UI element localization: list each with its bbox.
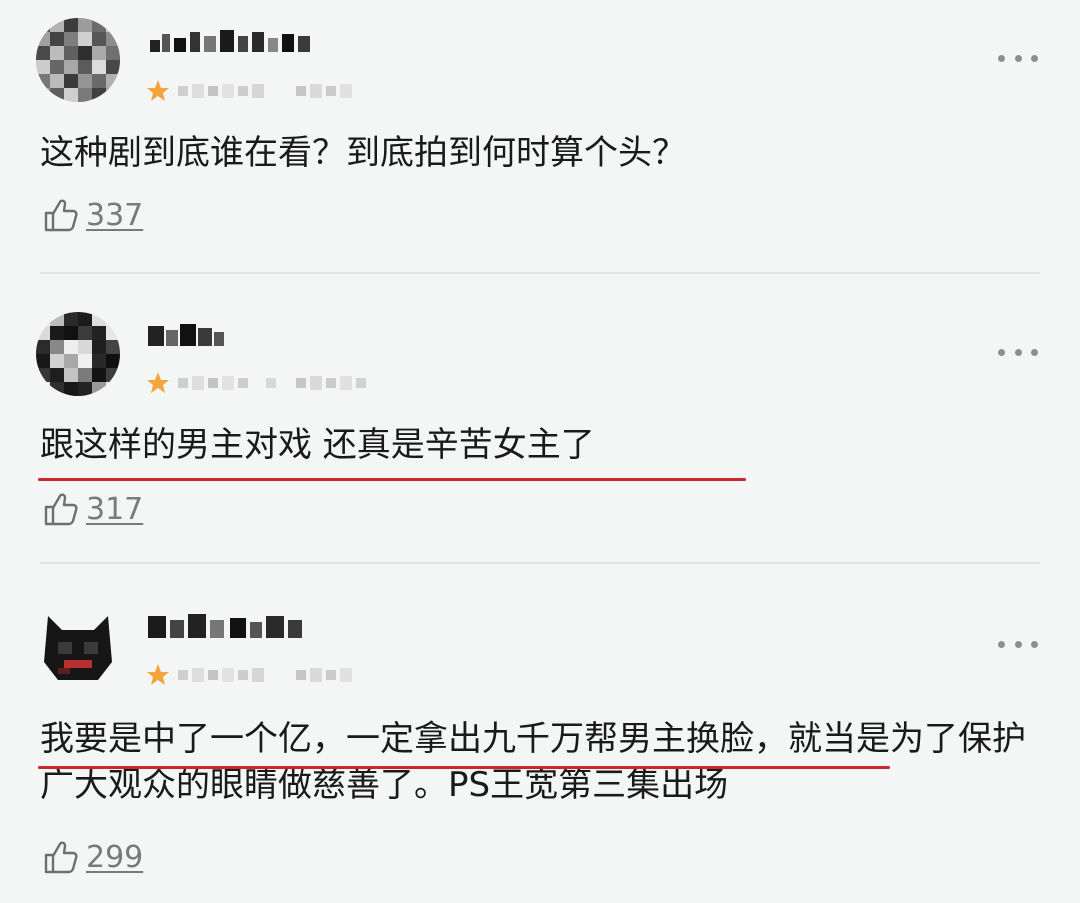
more-options-button[interactable] (998, 346, 1038, 358)
thumbs-up-icon (44, 841, 78, 874)
dot-icon (1031, 54, 1038, 62)
dot-icon (998, 54, 1005, 62)
like-button[interactable]: 317 (42, 490, 143, 528)
comment-text: 跟这样的男主对戏 还真是辛苦女主了 (40, 425, 595, 465)
user-level-badges (146, 370, 386, 396)
dot-icon (1031, 348, 1038, 356)
more-options-button[interactable] (998, 638, 1038, 650)
comment-item: 我要是中了一个亿，一定拿出九千万帮男主换脸，就当是为了保护广大观众的眼睛做慈善了… (0, 564, 1080, 903)
like-button[interactable]: 299 (42, 838, 143, 876)
thumbs-up-icon (44, 199, 78, 232)
dot-icon (1014, 640, 1022, 648)
dot-icon (998, 348, 1005, 356)
avatar-pixelated-image (36, 602, 120, 686)
like-button[interactable]: 337 (42, 196, 143, 234)
avatar[interactable] (36, 602, 120, 686)
dot-icon (998, 640, 1005, 648)
dot-icon (1014, 54, 1022, 62)
more-options-button[interactable] (998, 52, 1038, 64)
level-star-icon (147, 372, 169, 393)
highlight-underline (38, 478, 746, 481)
highlight-underline (38, 766, 890, 769)
comment-text: 我要是中了一个亿，一定拿出九千万帮男主换脸，就当是为了保护广大观众的眼睛做慈善了… (40, 719, 1026, 805)
like-count: 337 (86, 197, 144, 233)
thumbs-up-icon (44, 493, 78, 526)
comment-item: 跟这样的男主对戏 还真是辛苦女主了 317 (0, 274, 1080, 562)
user-level-badges (146, 662, 386, 688)
user-level-badges (146, 78, 386, 104)
avatar-pixelated-image (36, 18, 120, 102)
username-blurred[interactable] (146, 608, 316, 648)
comment-text: 这种剧到底谁在看？到底拍到何时算个头？ (40, 133, 686, 173)
avatar-pixelated-image (36, 312, 120, 396)
avatar[interactable] (36, 18, 120, 102)
like-count: 317 (86, 491, 144, 527)
like-count: 299 (86, 839, 144, 875)
dot-icon (1031, 640, 1038, 648)
comment-item: 这种剧到底谁在看？到底拍到何时算个头？ 337 (0, 0, 1080, 272)
username-blurred[interactable] (146, 318, 236, 358)
dot-icon (1014, 348, 1022, 356)
level-star-icon (147, 80, 169, 101)
username-blurred[interactable] (146, 24, 326, 64)
avatar[interactable] (36, 312, 120, 396)
level-star-icon (147, 664, 169, 685)
